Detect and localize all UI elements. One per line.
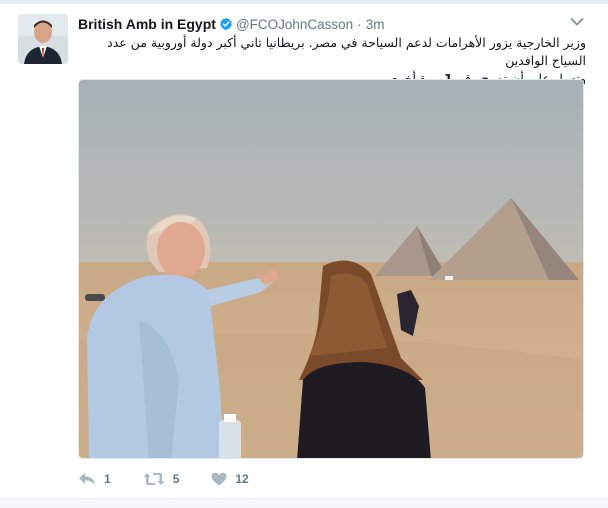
tweet-actions: 1 5 12 [78,468,281,490]
tweet-timestamp[interactable]: 3m [366,17,385,32]
pyramids-photo [79,80,583,458]
avatar[interactable] [18,14,68,64]
retweet-icon [143,472,165,486]
author-screen-name[interactable]: @FCOJohnCasson [236,17,353,32]
header-separator: · [357,16,362,32]
reply-button[interactable]: 1 [78,472,111,486]
like-button[interactable]: 12 [211,472,249,486]
heart-icon [211,472,227,486]
retweet-button[interactable]: 5 [143,472,180,486]
reply-count: 1 [104,472,111,486]
tweet-text-line-1: وزير الخارجية يزور الأهرامات لدعم السياح… [107,35,586,68]
tweet-card[interactable]: British Amb in Egypt @FCOJohnCasson · 3m… [0,0,608,508]
like-count: 12 [235,472,249,486]
tweet-bottom-divider [0,498,608,508]
tweet-header: British Amb in Egypt @FCOJohnCasson · 3m [78,14,384,34]
tweet-top-divider [0,0,608,4]
avatar-image [18,14,68,64]
tweet-photo[interactable] [78,79,584,459]
chevron-down-icon[interactable] [570,15,584,27]
author-full-name[interactable]: British Amb in Egypt [78,16,216,32]
retweet-count: 5 [172,472,180,486]
verified-badge-icon [219,17,233,31]
reply-icon [78,472,96,486]
